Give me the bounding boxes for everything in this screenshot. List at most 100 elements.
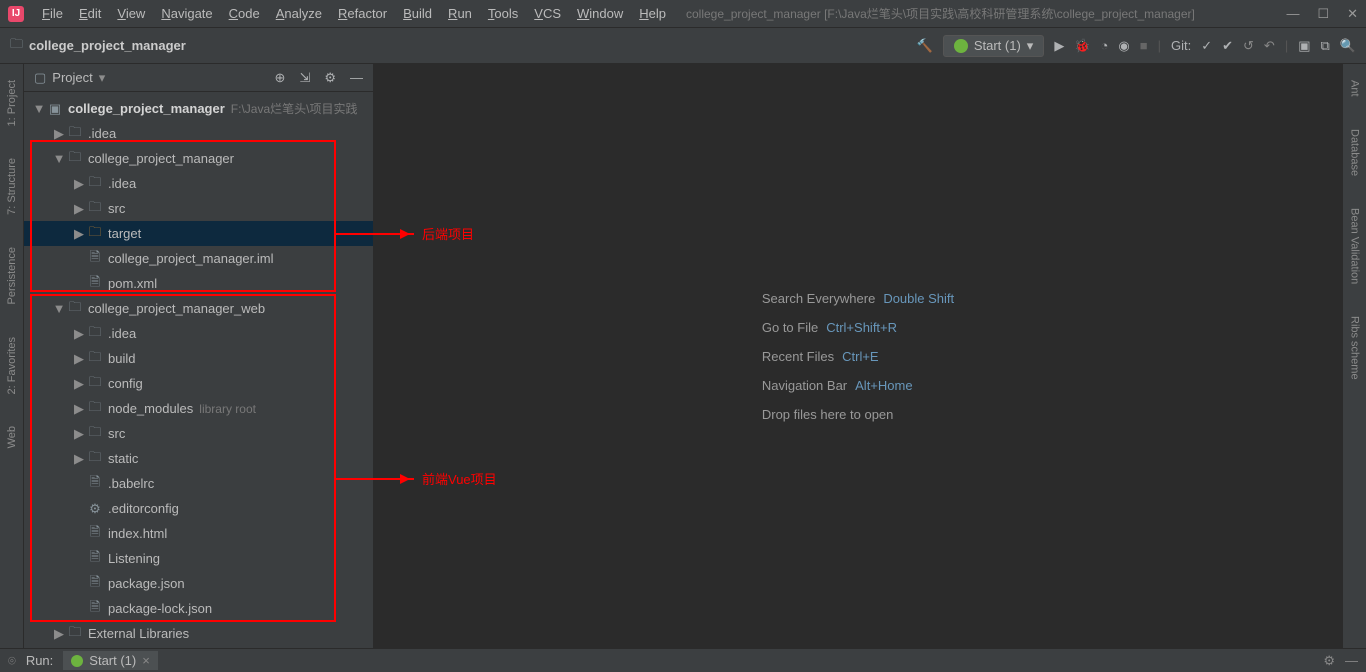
json-icon: 🗎 xyxy=(86,598,104,620)
tree-item-listening[interactable]: 🗎Listening xyxy=(24,546,373,571)
expand-arrow-icon[interactable]: ▼ xyxy=(52,151,66,166)
settings-icon[interactable]: ⚙ xyxy=(324,70,336,86)
tree-item-src[interactable]: ▶🗀src xyxy=(24,421,373,446)
close-tab-icon[interactable]: × xyxy=(142,653,150,668)
tree-item--idea[interactable]: ▶🗀.idea xyxy=(24,171,373,196)
left-tool-web[interactable]: Web xyxy=(6,420,18,454)
menu-tools[interactable]: Tools xyxy=(480,4,526,23)
expand-arrow-icon[interactable]: ▶ xyxy=(72,451,86,467)
tree-item-college-project-manager-iml[interactable]: 🗎college_project_manager.iml xyxy=(24,246,373,271)
expand-arrow-icon[interactable]: ▶ xyxy=(72,351,86,367)
chevron-down-icon[interactable]: ▾ xyxy=(99,70,106,86)
menu-analyze[interactable]: Analyze xyxy=(268,4,330,23)
tree-item-static[interactable]: ▶🗀static xyxy=(24,446,373,471)
expand-arrow-icon[interactable]: ▶ xyxy=(52,626,66,642)
expand-arrow-icon[interactable]: ▶ xyxy=(72,426,86,442)
menu-view[interactable]: View xyxy=(109,4,153,23)
search-icon[interactable]: ▣ xyxy=(1298,38,1310,54)
tree-label: college_project_manager_web xyxy=(88,301,265,316)
tree-item--idea[interactable]: ▶🗀.idea xyxy=(24,321,373,346)
left-tool-1--project[interactable]: 1: Project xyxy=(6,74,18,132)
run-label[interactable]: Run: xyxy=(26,653,53,668)
right-tool-ribs-scheme[interactable]: Ribs scheme xyxy=(1349,310,1361,386)
menu-vcs[interactable]: VCS xyxy=(526,4,569,23)
hide-icon[interactable]: — xyxy=(1345,653,1358,669)
menu-navigate[interactable]: Navigate xyxy=(153,4,220,23)
expand-arrow-icon[interactable]: ▶ xyxy=(72,401,86,417)
tree-item-build[interactable]: ▶🗀build xyxy=(24,346,373,371)
git-history-icon[interactable]: ↺ xyxy=(1243,38,1254,54)
collapse-icon[interactable]: ⇲ xyxy=(299,70,310,86)
git-commit-icon[interactable]: ✔ xyxy=(1222,38,1233,54)
tree-item-package-json[interactable]: 🗎package.json xyxy=(24,571,373,596)
git-pull-icon[interactable]: ✓ xyxy=(1201,38,1212,54)
tree-item--editorconfig[interactable]: ⚙.editorconfig xyxy=(24,496,373,521)
expand-arrow-icon[interactable]: ▶ xyxy=(72,176,86,192)
tree-item-college-project-manager[interactable]: ▼🗀college_project_manager xyxy=(24,146,373,171)
left-tool-2--favorites[interactable]: 2: Favorites xyxy=(6,331,18,400)
profiler-icon[interactable]: ◉ xyxy=(1118,38,1129,54)
build-icon[interactable]: 🔨 xyxy=(917,38,933,54)
settings-icon[interactable]: ⚙ xyxy=(1323,653,1335,669)
menu-file[interactable]: File xyxy=(34,4,71,23)
menu-refactor[interactable]: Refactor xyxy=(330,4,395,23)
menu-window[interactable]: Window xyxy=(569,4,631,23)
welcome-shortcuts: Search EverywhereDouble ShiftGo to FileC… xyxy=(762,278,954,435)
menu-build[interactable]: Build xyxy=(395,4,440,23)
tree-item-pom-xml[interactable]: 🗎pom.xml xyxy=(24,271,373,296)
run-icon[interactable]: ▶ xyxy=(1054,38,1064,54)
git-revert-icon[interactable]: ↶ xyxy=(1264,38,1275,54)
menu-run[interactable]: Run xyxy=(440,4,480,23)
expand-arrow-icon[interactable]: ▼ xyxy=(52,301,66,316)
expand-arrow-icon[interactable]: ▶ xyxy=(72,326,86,342)
tree-item-package-lock-json[interactable]: 🗎package-lock.json xyxy=(24,596,373,621)
locate-icon[interactable]: ⊕ xyxy=(275,70,286,86)
ide-search-icon[interactable]: ⧉ xyxy=(1321,38,1330,54)
menu-code[interactable]: Code xyxy=(221,4,268,23)
project-panel-title[interactable]: Project xyxy=(52,70,92,85)
hide-icon[interactable]: — xyxy=(350,70,363,86)
tree-label: src xyxy=(108,201,125,216)
folder-icon: 🗀 xyxy=(66,148,84,170)
search-everywhere-icon[interactable]: 🔍 xyxy=(1340,38,1356,54)
menu-help[interactable]: Help xyxy=(631,4,674,23)
lib-icon: 🗀 xyxy=(86,398,104,420)
minimize-icon[interactable]: — xyxy=(1286,6,1299,22)
tree-item-college-project-manager[interactable]: ▼▣college_project_managerF:\Java烂笔头\项目实践 xyxy=(24,96,373,121)
right-tool-database[interactable]: Database xyxy=(1349,123,1361,182)
tree-item--idea[interactable]: ▶🗀.idea xyxy=(24,121,373,146)
debug-icon[interactable]: 🐞 xyxy=(1074,38,1090,54)
terminal-icon[interactable]: ⌾ xyxy=(8,653,16,669)
expand-arrow-icon[interactable]: ▶ xyxy=(72,376,86,392)
lib-icon: 🗀 xyxy=(66,623,84,645)
menu-edit[interactable]: Edit xyxy=(71,4,109,23)
tree-item-node-modules[interactable]: ▶🗀node_moduleslibrary root xyxy=(24,396,373,421)
breadcrumb[interactable]: college_project_manager xyxy=(29,38,186,53)
tree-item--babelrc[interactable]: 🗎.babelrc xyxy=(24,471,373,496)
maximize-icon[interactable]: ☐ xyxy=(1317,6,1329,22)
folder-o-icon: 🗀 xyxy=(86,223,104,245)
expand-arrow-icon[interactable]: ▼ xyxy=(32,101,46,116)
expand-arrow-icon[interactable]: ▶ xyxy=(52,126,66,142)
tree-item-src[interactable]: ▶🗀src xyxy=(24,196,373,221)
tree-item-external-libraries[interactable]: ▶🗀External Libraries xyxy=(24,621,373,646)
close-icon[interactable]: ✕ xyxy=(1347,6,1358,22)
coverage-icon[interactable]: ◔ xyxy=(1101,38,1109,53)
expand-arrow-icon[interactable]: ▶ xyxy=(72,201,86,217)
tree-item-target[interactable]: ▶🗀target xyxy=(24,221,373,246)
right-tool-bean-validation[interactable]: Bean Validation xyxy=(1349,202,1361,290)
tree-item-config[interactable]: ▶🗀config xyxy=(24,371,373,396)
tree-item-index-html[interactable]: 🗎index.html xyxy=(24,521,373,546)
project-tree[interactable]: ▼▣college_project_managerF:\Java烂笔头\项目实践… xyxy=(24,92,373,648)
stop-icon[interactable]: ■ xyxy=(1140,38,1148,53)
tree-item-college-project-manager-web[interactable]: ▼🗀college_project_manager_web xyxy=(24,296,373,321)
left-tool-persistence[interactable]: Persistence xyxy=(6,241,18,310)
tree-label: static xyxy=(108,451,138,466)
run-configuration-dropdown[interactable]: Start (1) ▾ xyxy=(943,35,1045,57)
run-config-label: Start (1) xyxy=(974,38,1021,53)
tree-label: .idea xyxy=(88,126,116,141)
expand-arrow-icon[interactable]: ▶ xyxy=(72,226,86,242)
right-tool-ant[interactable]: Ant xyxy=(1349,74,1361,103)
left-tool-7--structure[interactable]: 7: Structure xyxy=(6,152,18,221)
run-tab[interactable]: Start (1) × xyxy=(63,651,158,670)
